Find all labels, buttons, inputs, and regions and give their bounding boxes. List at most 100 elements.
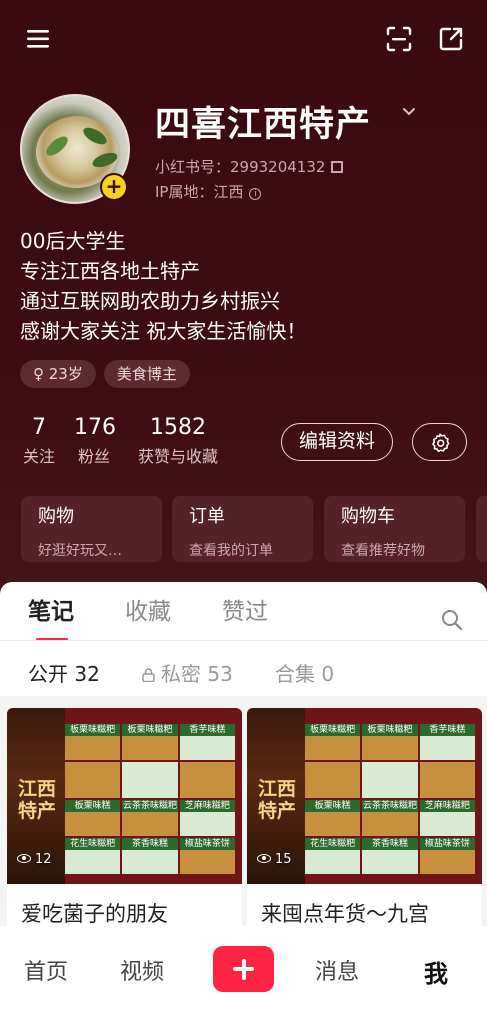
category-tag: 美食博主 <box>103 360 190 388</box>
tab-notes[interactable]: 笔记 <box>28 592 74 626</box>
product-cell: 茶香味糕 <box>362 838 418 874</box>
edit-profile-button[interactable]: 编辑资料 <box>281 423 393 461</box>
product-label: 板栗味糍粑 <box>362 724 418 736</box>
shopping-card[interactable]: 购物 好逛好玩又… <box>21 496 162 562</box>
product-cell: 花生味糍粑 <box>305 838 361 874</box>
product-cell: 板栗味糕 <box>65 800 121 836</box>
product-cell <box>362 762 418 798</box>
add-avatar-plus-icon[interactable]: + <box>100 173 128 201</box>
share-icon[interactable] <box>436 24 466 54</box>
product-label: 香芋味糕 <box>419 724 475 736</box>
product-label: 云茶茶味糍粑 <box>122 800 178 812</box>
card-subtitle: 查看我的订单 <box>189 543 273 559</box>
product-label: 椒盐味茶饼 <box>419 838 475 850</box>
product-grid: 板栗味糍粑 板栗味糍粑 香芋味糕 板栗味糕 云茶茶味糍粑 芝麻味糍粑 花生味糍粑 茶香味糕 椒盐… <box>65 724 235 874</box>
filter-albums[interactable]: 合集 0 <box>275 658 334 687</box>
product-cell <box>122 762 178 798</box>
bio-line: 专注江西各地土特产 <box>20 259 200 283</box>
poster-title: 江西特产 <box>17 778 56 822</box>
card-title: 订单 <box>189 506 225 527</box>
product-label: 芝麻味糍粑 <box>179 800 235 812</box>
card-subtitle: 查看推荐好物 <box>341 543 425 559</box>
product-label: 椒盐味茶饼 <box>179 838 235 850</box>
profile-name: 四喜江西特产 <box>155 105 372 145</box>
nav-video[interactable]: 视频 <box>120 954 164 986</box>
product-label: 花生味糍粑 <box>65 838 121 850</box>
bio-line: 感谢大家关注 祝大家生活愉快！ <box>20 319 307 343</box>
account-id: 小红书号：2993204132 <box>155 156 344 177</box>
product-cell <box>179 762 235 798</box>
product-label: 茶香味糕 <box>122 838 178 850</box>
product-cell: 芝麻味糍粑 <box>179 800 235 836</box>
filter-private-label: 私密 53 <box>161 662 233 686</box>
stat-label: 粉丝 <box>77 447 110 466</box>
settings-button[interactable] <box>412 423 467 461</box>
gear-icon <box>432 433 450 453</box>
product-grid: 板栗味糍粑 板栗味糍粑 香芋味糕 板栗味糕 云茶茶味糍粑 芝麻味糍粑 花生味糍粑 茶香味糕 椒盐… <box>305 724 475 874</box>
create-post-button[interactable] <box>213 946 274 992</box>
poster-title: 江西特产 <box>257 778 296 822</box>
product-label: 花生味糍粑 <box>305 838 361 850</box>
card-title: 购物车 <box>341 506 395 527</box>
stat-following[interactable]: 7 关注 <box>21 414 57 472</box>
product-label: 板栗味糕 <box>65 800 121 812</box>
account-id-text: 小红书号：2993204132 <box>155 158 326 176</box>
product-label: 板栗味糍粑 <box>305 724 361 736</box>
product-cell: 椒盐味茶饼 <box>419 838 475 874</box>
product-cell: 板栗味糍粑 <box>65 724 121 760</box>
product-cell: 芝麻味糍粑 <box>419 800 475 836</box>
view-count-number: 12 <box>35 852 52 867</box>
cart-card[interactable]: 购物车 查看推荐好物 <box>324 496 465 562</box>
product-cell: 云茶茶味糍粑 <box>122 800 178 836</box>
stat-number: 7 <box>32 415 46 440</box>
view-count: 12 <box>17 852 52 867</box>
info-icon[interactable]: i <box>249 188 262 200</box>
note-card[interactable]: 江西特产 板栗味糍粑 板栗味糍粑 香芋味糕 板栗味糕 云茶茶味糍粑 芝麻味糍粑 花生味糍粑茶… <box>7 708 242 948</box>
note-thumbnail: 江西特产 板栗味糍粑 板栗味糍粑 香芋味糕 板栗味糕 云茶茶味糍粑 芝麻味糍粑 花生味糍粑茶… <box>7 708 242 884</box>
nav-messages[interactable]: 消息 <box>315 954 359 986</box>
stat-number: 176 <box>74 415 116 440</box>
filter-public[interactable]: 公开 32 <box>28 658 100 687</box>
ip-location-text: IP属地：江西 <box>155 183 244 201</box>
stat-likes-collects[interactable]: 1582 获赞与收藏 <box>131 414 225 472</box>
profile-header: + 四喜江西特产 小红书号：2993204132 IP属地：江西 i 00后大学生… <box>0 0 487 600</box>
note-card[interactable]: 江西特产 板栗味糍粑 板栗味糍粑 香芋味糕 板栗味糕 云茶茶味糍粑 芝麻味糍粑 花生味糍粑茶… <box>247 708 482 948</box>
qr-code-icon[interactable] <box>331 161 344 173</box>
nav-me[interactable]: 我 <box>424 954 448 989</box>
ip-location: IP属地：江西 i <box>155 181 262 202</box>
product-cell <box>419 762 475 798</box>
tab-collections[interactable]: 收藏 <box>125 592 171 626</box>
product-label: 板栗味糕 <box>305 800 361 812</box>
product-cell <box>305 762 361 798</box>
top-bar <box>0 22 487 56</box>
product-label: 板栗味糍粑 <box>65 724 121 736</box>
nav-home[interactable]: 首页 <box>24 954 68 986</box>
filter-private[interactable]: 私密 53 <box>142 658 233 687</box>
product-label: 香芋味糕 <box>179 724 235 736</box>
eye-icon <box>257 854 271 863</box>
stat-followers[interactable]: 176 粉丝 <box>74 414 116 472</box>
product-label: 云茶茶味糍粑 <box>362 800 418 812</box>
search-icon[interactable] <box>440 608 464 632</box>
bottom-navigation: 首页 视频 消息 我 <box>0 936 487 1012</box>
product-label: 板栗味糍粑 <box>122 724 178 736</box>
product-cell: 香芋味糕 <box>179 724 235 760</box>
note-thumbnail: 江西特产 板栗味糍粑 板栗味糍粑 香芋味糕 板栗味糕 云茶茶味糍粑 芝麻味糍粑 花生味糍粑茶… <box>247 708 482 884</box>
more-card-partial[interactable] <box>476 496 487 562</box>
scan-icon[interactable] <box>384 24 414 54</box>
product-cell: 板栗味糍粑 <box>305 724 361 760</box>
note-title: 爱吃菌子的朋友 <box>21 902 168 926</box>
stat-label: 获赞与收藏 <box>137 447 218 466</box>
gender-age-tag: ♀ 23岁 <box>20 360 96 388</box>
orders-card[interactable]: 订单 查看我的订单 <box>172 496 313 562</box>
chevron-down-icon[interactable] <box>400 102 418 120</box>
tab-liked[interactable]: 赞过 <box>222 592 268 626</box>
product-label: 茶香味糕 <box>362 838 418 850</box>
bio-line: 通过互联网助农助力乡村振兴 <box>20 289 280 313</box>
eye-icon <box>17 854 31 863</box>
bio-line: 00后大学生 <box>20 229 126 253</box>
product-cell: 椒盐味茶饼 <box>179 838 235 874</box>
stat-label: 关注 <box>22 447 55 466</box>
menu-icon[interactable] <box>24 24 54 54</box>
content-tabs: 笔记 收藏 赞过 <box>0 592 487 641</box>
